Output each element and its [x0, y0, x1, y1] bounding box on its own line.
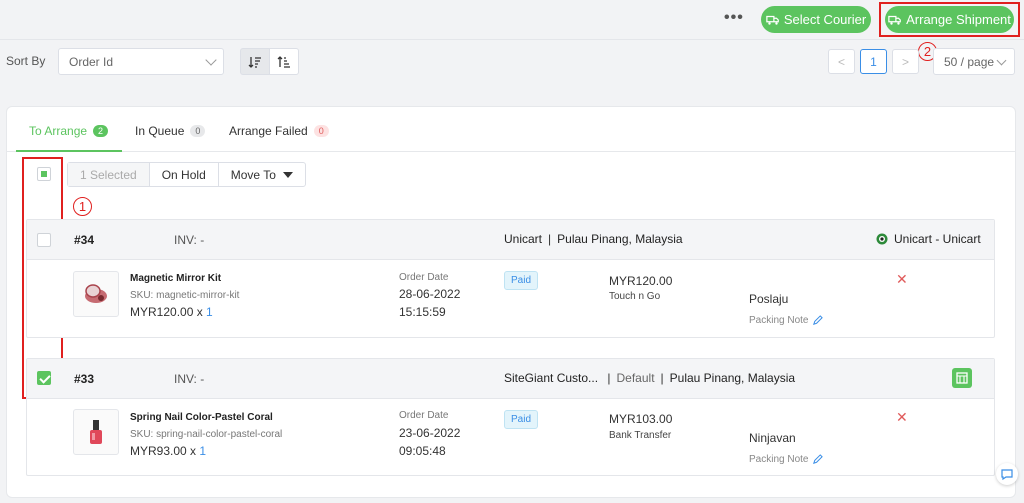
move-to-dropdown[interactable]: Move To [219, 163, 305, 186]
price-value: MYR93.00 x [130, 444, 200, 458]
order-date-label: Order Date [399, 272, 449, 283]
channel-name: Unicart [504, 232, 543, 246]
product-sku: SKU: magnetic-mirror-kit [130, 290, 240, 301]
store-icon [952, 368, 972, 388]
tab-label: Arrange Failed [229, 124, 308, 138]
order-header: #34 INV: - Unicart | Pulau Pinang, Malay… [27, 220, 994, 260]
packing-note[interactable]: Packing Note [749, 315, 824, 326]
tab-count-badge: 2 [93, 125, 109, 137]
product-name: Spring Nail Color-Pastel Coral [130, 412, 273, 423]
on-hold-button[interactable]: On Hold [150, 163, 219, 186]
order-amount: MYR120.00 [609, 274, 673, 288]
sort-descending-button[interactable] [240, 48, 270, 75]
order-checkbox[interactable] [37, 233, 51, 247]
prev-page-button[interactable]: < [828, 49, 855, 74]
channel-default: Default [616, 371, 655, 385]
unicart-logo-icon [876, 233, 888, 245]
more-options-icon[interactable]: ••• [724, 9, 744, 27]
page-1-button[interactable]: 1 [860, 49, 887, 74]
payment-method: Touch n Go [609, 291, 661, 302]
truck-icon [766, 15, 779, 25]
active-tab-indicator [16, 150, 122, 152]
chevron-down-icon [996, 55, 1007, 66]
tabs-divider [6, 151, 1016, 152]
product-qty: 1 [206, 305, 213, 319]
chevron-down-icon [205, 54, 217, 66]
product-price: MYR120.00 x 1 [130, 305, 213, 319]
order-date: 23-06-2022 [399, 426, 461, 440]
truck-icon [888, 15, 901, 25]
payment-status-badge: Paid [504, 271, 539, 290]
sort-ascending-button[interactable] [269, 48, 299, 75]
sort-ascending-icon [277, 55, 290, 68]
bulk-action-group: 1 Selected On Hold Move To [67, 162, 306, 187]
packing-note[interactable]: Packing Note [749, 454, 824, 465]
invoice-number: INV: - [174, 233, 205, 247]
order-time: 09:05:48 [399, 444, 446, 458]
tab-count-badge: 0 [190, 125, 206, 137]
channel-location: Pulau Pinang, Malaysia [669, 371, 796, 385]
courier-name: Poslaju [749, 292, 789, 306]
courier-name: Ninjavan [749, 431, 796, 445]
packing-note-label: Packing Note [749, 315, 809, 326]
packing-note-label: Packing Note [749, 454, 809, 465]
tab-to-arrange[interactable]: To Arrange 2 [29, 124, 109, 138]
edit-pencil-icon[interactable] [812, 454, 824, 465]
product-sku: SKU: spring-nail-color-pastel-coral [130, 429, 283, 440]
remove-courier-icon[interactable]: ✕ [896, 271, 908, 288]
product-name: Magnetic Mirror Kit [130, 273, 222, 284]
next-page-button[interactable]: > [892, 49, 919, 74]
product-price: MYR93.00 x 1 [130, 444, 206, 458]
caret-down-icon [282, 171, 293, 178]
sort-by-label: Sort By [6, 54, 46, 68]
order-id[interactable]: #33 [74, 372, 94, 386]
tab-arrange-failed[interactable]: Arrange Failed 0 [229, 124, 329, 138]
product-image [73, 409, 119, 455]
order-card: #34 INV: - Unicart | Pulau Pinang, Malay… [26, 219, 995, 338]
channel-location: Pulau Pinang, Malaysia [557, 232, 683, 246]
arrange-shipment-label: Arrange Shipment [906, 12, 1011, 27]
order-channel: Unicart | Pulau Pinang, Malaysia [504, 232, 683, 246]
sort-field-select[interactable]: Order Id [58, 48, 224, 75]
select-courier-label: Select Courier [783, 12, 867, 27]
tab-count-badge: 0 [313, 125, 329, 137]
remove-courier-icon[interactable]: ✕ [896, 409, 908, 426]
marketplace-channel: Unicart - Unicart [876, 232, 981, 246]
invoice-number: INV: - [174, 372, 205, 386]
order-time: 15:15:59 [399, 305, 446, 319]
product-image [73, 271, 119, 317]
order-amount: MYR103.00 [609, 412, 673, 426]
price-value: MYR120.00 x [130, 305, 207, 319]
product-qty: 1 [199, 444, 207, 458]
edit-pencil-icon[interactable] [812, 315, 824, 326]
select-courier-button[interactable]: Select Courier [761, 6, 871, 33]
order-card: #33 INV: - SiteGiant Custo... | Default … [26, 358, 995, 476]
select-all-checkbox[interactable] [37, 167, 51, 181]
sort-field-value: Order Id [69, 54, 114, 69]
order-date-label: Order Date [399, 410, 449, 421]
payment-method: Bank Transfer [609, 430, 672, 441]
tab-label: To Arrange [29, 124, 88, 138]
move-to-label: Move To [230, 167, 276, 182]
payment-status-badge: Paid [504, 410, 539, 429]
annotation-number-1: 1 [73, 197, 92, 216]
per-page-value: 50 / page [944, 54, 995, 69]
channel-name: SiteGiant Custo... [504, 371, 599, 385]
tab-label: In Queue [135, 124, 185, 138]
order-header: #33 INV: - SiteGiant Custo... | Default … [27, 359, 994, 399]
arrange-shipment-button[interactable]: Arrange Shipment [885, 6, 1014, 33]
order-id[interactable]: #34 [74, 233, 94, 247]
chat-support-icon[interactable] [996, 463, 1018, 485]
order-date: 28-06-2022 [399, 287, 461, 301]
nail-polish-image [90, 420, 102, 444]
marketplace-channel-name: Unicart - Unicart [894, 232, 981, 246]
order-channel: SiteGiant Custo... | Default | Pulau Pin… [504, 371, 796, 385]
selected-count-button: 1 Selected [68, 163, 150, 186]
per-page-select[interactable]: 50 / page [933, 48, 1015, 75]
tab-in-queue[interactable]: In Queue 0 [135, 124, 206, 138]
sort-descending-icon [248, 56, 261, 68]
order-checkbox[interactable] [37, 371, 51, 385]
mirror-kit-image [85, 284, 107, 303]
